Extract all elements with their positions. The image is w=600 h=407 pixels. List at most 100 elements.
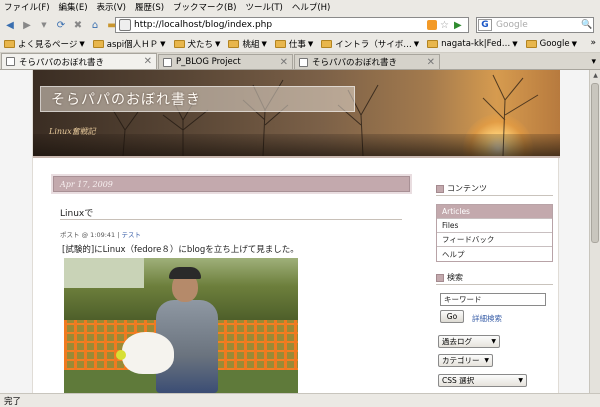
contents-heading-divider bbox=[436, 195, 553, 196]
bookmark-folder[interactable]: 犬たち ▼ bbox=[173, 38, 221, 50]
close-tab-icon[interactable]: ✕ bbox=[274, 57, 288, 68]
reload-icon[interactable]: ⟳ bbox=[54, 18, 68, 32]
chevron-down-icon: ▼ bbox=[160, 40, 166, 48]
search-icon[interactable]: 🔍 bbox=[581, 20, 593, 30]
heading-square-icon bbox=[436, 184, 444, 193]
go-arrow-icon[interactable]: ▶ bbox=[454, 20, 466, 31]
forward-icon[interactable]: ▶ bbox=[20, 18, 34, 32]
vertical-scrollbar[interactable]: ▲ bbox=[589, 70, 600, 393]
home-icon[interactable]: ⌂ bbox=[88, 18, 102, 32]
tab-bar: そらパパのおぼれ書き ✕ P_BLOG Project ✕ そらパパのおぼれ書き… bbox=[0, 53, 600, 70]
chevron-down-icon: ▼ bbox=[413, 40, 420, 48]
bookmark-folder[interactable]: aspi個人ＨＰ ▼ bbox=[92, 38, 166, 50]
bookmark-folder[interactable]: 桃組 ▼ bbox=[228, 38, 267, 50]
history-dropdown-icon[interactable]: ▼ bbox=[37, 18, 51, 32]
chevron-down-icon: ▼ bbox=[261, 40, 267, 48]
menu-tools[interactable]: ツール(T) bbox=[246, 1, 283, 13]
bookmark-folder[interactable]: nagata-kk|Fed… ▼ bbox=[427, 39, 518, 49]
page-favicon-icon bbox=[6, 57, 15, 66]
url-bar[interactable]: http://localhost/blog/index.php ☆ ▶ bbox=[115, 17, 469, 33]
stop-icon[interactable]: ✖ bbox=[71, 18, 85, 32]
post-body: [試験的]にLinux（fedore８）にblogを立ち上げて見ました。 bbox=[62, 245, 299, 255]
folder-icon bbox=[525, 40, 537, 48]
photo-ball bbox=[116, 350, 126, 360]
folder-icon bbox=[321, 40, 333, 48]
header-divider bbox=[33, 156, 560, 158]
folder-icon bbox=[274, 40, 286, 48]
close-tab-icon[interactable]: ✕ bbox=[138, 56, 152, 67]
post-title[interactable]: Linuxで bbox=[60, 206, 93, 219]
navigation-toolbar: ◀ ▶ ▼ ⟳ ✖ ⌂ ▬ http://localhost/blog/inde… bbox=[0, 14, 600, 36]
scrollbar-thumb[interactable] bbox=[591, 83, 599, 243]
rss-feed-icon[interactable] bbox=[427, 20, 437, 30]
search-go-button[interactable]: Go bbox=[440, 310, 464, 323]
category-select[interactable]: カテゴリー ▼ bbox=[438, 354, 493, 367]
sidebar-item-articles[interactable]: Articles bbox=[437, 205, 552, 219]
bookmark-star-icon[interactable]: ☆ bbox=[440, 20, 452, 31]
site-title-box[interactable]: そらパパのおぼれ書き bbox=[40, 86, 355, 112]
post-photo[interactable] bbox=[64, 258, 298, 393]
menu-view[interactable]: 表示(V) bbox=[97, 1, 126, 13]
post-date: Apr 17, 2009 bbox=[60, 179, 113, 189]
site-subtitle: Linux奮戦記 bbox=[49, 127, 96, 136]
folder-icon bbox=[427, 40, 439, 48]
back-icon[interactable]: ◀ bbox=[3, 18, 17, 32]
tab-pblog-project[interactable]: P_BLOG Project ✕ bbox=[158, 54, 293, 69]
search-heading-divider bbox=[436, 284, 553, 285]
tab-sorapapa[interactable]: そらパパのおぼれ書き ✕ bbox=[294, 54, 440, 69]
bookmark-folder[interactable]: Google ▼ bbox=[525, 39, 577, 49]
menu-file[interactable]: ファイル(F) bbox=[4, 1, 50, 13]
page-favicon-icon bbox=[299, 57, 308, 67]
tab-list-chevron-icon[interactable]: ▾ bbox=[591, 57, 596, 67]
chevron-down-icon: ▼ bbox=[307, 40, 314, 48]
ground-shadow bbox=[33, 134, 560, 156]
chevron-down-icon: ▼ bbox=[215, 40, 221, 48]
blog-page: そらパパのおぼれ書き Linux奮戦記 Apr 17, 2009 Linuxで … bbox=[32, 70, 560, 393]
css-select[interactable]: CSS 選択 ▼ bbox=[438, 374, 527, 387]
menu-edit[interactable]: 編集(E) bbox=[59, 1, 88, 13]
post-date-bar: Apr 17, 2009 bbox=[53, 176, 410, 192]
bookmarks-toolbar: よく見るページ ▼ aspi個人ＨＰ ▼ 犬たち ▼ 桃組 ▼ 仕事 ▼ イント… bbox=[0, 36, 600, 53]
chevron-down-icon: ▼ bbox=[484, 357, 489, 364]
sidebar-item-help[interactable]: ヘルプ bbox=[437, 247, 552, 261]
bookmark-folder[interactable]: 仕事 ▼ bbox=[274, 38, 314, 50]
bookmark-folder[interactable]: よく見るページ ▼ bbox=[4, 38, 85, 50]
search-bar[interactable]: G Google 🔍 bbox=[476, 17, 594, 33]
post-meta: ポスト @ 1:09:41 | テスト bbox=[60, 229, 141, 239]
chevron-down-icon: ▼ bbox=[518, 377, 523, 384]
tab-active[interactable]: そらパパのおぼれ書き ✕ bbox=[1, 53, 157, 69]
folder-icon bbox=[92, 40, 104, 48]
site-title[interactable]: そらパパのおぼれ書き bbox=[51, 89, 201, 109]
page-favicon-icon bbox=[163, 57, 172, 67]
scroll-up-icon[interactable]: ▲ bbox=[590, 70, 600, 81]
photo-dog bbox=[122, 332, 174, 374]
chevron-down-icon: ▼ bbox=[79, 40, 85, 48]
archive-select[interactable]: 過去ログ ▼ bbox=[438, 335, 500, 348]
url-text[interactable]: http://localhost/blog/index.php bbox=[134, 20, 427, 30]
photo-cap bbox=[169, 267, 201, 279]
sidebar-item-files[interactable]: Files bbox=[437, 219, 552, 233]
contents-heading: コンテンツ bbox=[436, 183, 487, 194]
sidebar-menu: Articles Files フィードバック ヘルプ bbox=[436, 204, 553, 262]
search-input[interactable]: Google bbox=[492, 20, 581, 30]
advanced-search-link[interactable]: 詳細検索 bbox=[472, 313, 502, 324]
menu-bar: ファイル(F) 編集(E) 表示(V) 履歴(S) ブックマーク(B) ツール(… bbox=[0, 0, 600, 14]
search-engine-icon[interactable]: G bbox=[478, 19, 492, 31]
status-text: 完了 bbox=[4, 396, 22, 407]
chevron-down-icon: ▼ bbox=[491, 338, 496, 345]
blog-search-input[interactable]: キーワード bbox=[440, 293, 546, 306]
post-title-divider bbox=[60, 219, 402, 220]
sidebar-item-feedback[interactable]: フィードバック bbox=[437, 233, 552, 247]
chevron-down-icon: ▼ bbox=[512, 40, 518, 48]
post-category-link[interactable]: テスト bbox=[122, 231, 142, 239]
bookmarks-overflow-button[interactable]: » bbox=[590, 38, 596, 48]
folder-icon bbox=[173, 40, 185, 48]
menu-bookmarks[interactable]: ブックマーク(B) bbox=[173, 1, 236, 13]
close-tab-icon[interactable]: ✕ bbox=[421, 57, 435, 68]
blog-header-banner: そらパパのおぼれ書き Linux奮戦記 bbox=[33, 70, 560, 156]
post-timestamp: ポスト @ 1:09:41 | bbox=[60, 231, 122, 239]
bookmark-folder[interactable]: イントラ（サイボ… ▼ bbox=[321, 38, 419, 50]
menu-help[interactable]: ヘルプ(H) bbox=[292, 1, 331, 13]
site-identity-icon[interactable] bbox=[119, 19, 131, 31]
menu-history[interactable]: 履歴(S) bbox=[135, 1, 164, 13]
